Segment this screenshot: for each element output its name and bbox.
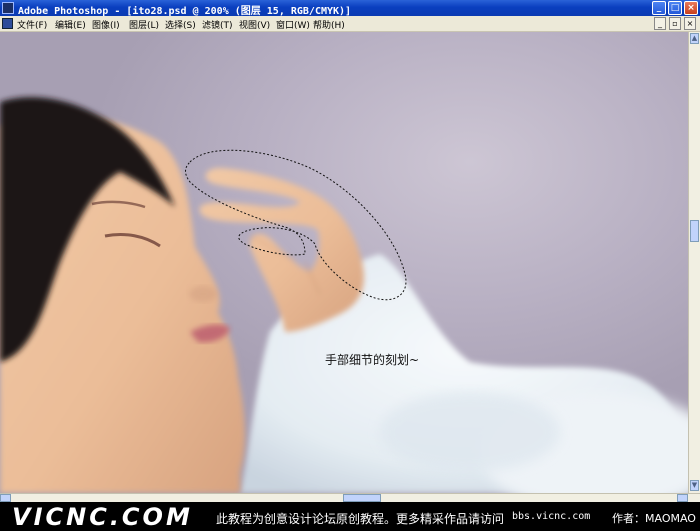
footer-banner: VICNC.COM 此教程为创意设计论坛原创教程。更多精采作品请访问 bbs.v… xyxy=(0,502,700,531)
doc-close-button[interactable]: × xyxy=(684,17,696,30)
photoshop-app-icon[interactable] xyxy=(2,2,14,14)
close-button[interactable]: × xyxy=(684,1,698,15)
horizontal-scrollbar[interactable] xyxy=(0,493,700,502)
footer-site: bbs.vicnc.com xyxy=(512,511,591,522)
menu-layer[interactable]: 图层(L) xyxy=(129,18,159,31)
canvas-caption: 手部细节的刻划~ xyxy=(325,353,420,367)
menu-window[interactable]: 窗口(W) xyxy=(276,18,310,31)
menu-select[interactable]: 选择(S) xyxy=(165,18,196,31)
menu-view[interactable]: 视图(V) xyxy=(239,18,270,31)
horizontal-scroll-thumb[interactable] xyxy=(343,494,381,502)
document-canvas[interactable]: 手部细节的刻划~ xyxy=(0,32,688,493)
document-icon[interactable] xyxy=(2,18,13,29)
vertical-scroll-thumb[interactable] xyxy=(690,220,699,242)
painting xyxy=(0,97,688,493)
scroll-up-arrow[interactable]: ▲ xyxy=(690,33,699,44)
menu-help[interactable]: 帮助(H) xyxy=(313,18,345,31)
face xyxy=(0,97,245,493)
menu-bar: 文件(F) 编辑(E) 图像(I) 图层(L) 选择(S) 滤镜(T) 视图(V… xyxy=(0,16,700,32)
menu-filter[interactable]: 滤镜(T) xyxy=(202,18,233,31)
scroll-down-arrow[interactable]: ▼ xyxy=(690,480,699,491)
hand xyxy=(199,168,364,332)
minimize-button[interactable]: _ xyxy=(652,1,666,15)
footer-notice: 此教程为创意设计论坛原创教程。更多精采作品请访问 xyxy=(216,512,505,526)
vicnc-logo: VICNC.COM xyxy=(12,503,193,531)
doc-restore-button[interactable]: ▫ xyxy=(669,17,681,30)
vertical-scrollbar[interactable]: ▲ ▼ xyxy=(688,32,700,493)
scroll-right-arrow[interactable] xyxy=(677,494,688,502)
footer-author: 作者：MAOMAO xyxy=(612,512,696,525)
menu-image[interactable]: 图像(I) xyxy=(92,18,120,31)
maximize-button[interactable]: □ xyxy=(668,1,682,15)
window-title: Adobe Photoshop - [ito28.psd @ 200% (图层 … xyxy=(18,6,352,17)
menu-edit[interactable]: 编辑(E) xyxy=(55,18,86,31)
scroll-left-arrow[interactable] xyxy=(0,494,11,502)
title-bar: Adobe Photoshop - [ito28.psd @ 200% (图层 … xyxy=(0,0,700,17)
doc-minimize-button[interactable]: _ xyxy=(654,17,666,30)
menu-file[interactable]: 文件(F) xyxy=(17,18,47,31)
